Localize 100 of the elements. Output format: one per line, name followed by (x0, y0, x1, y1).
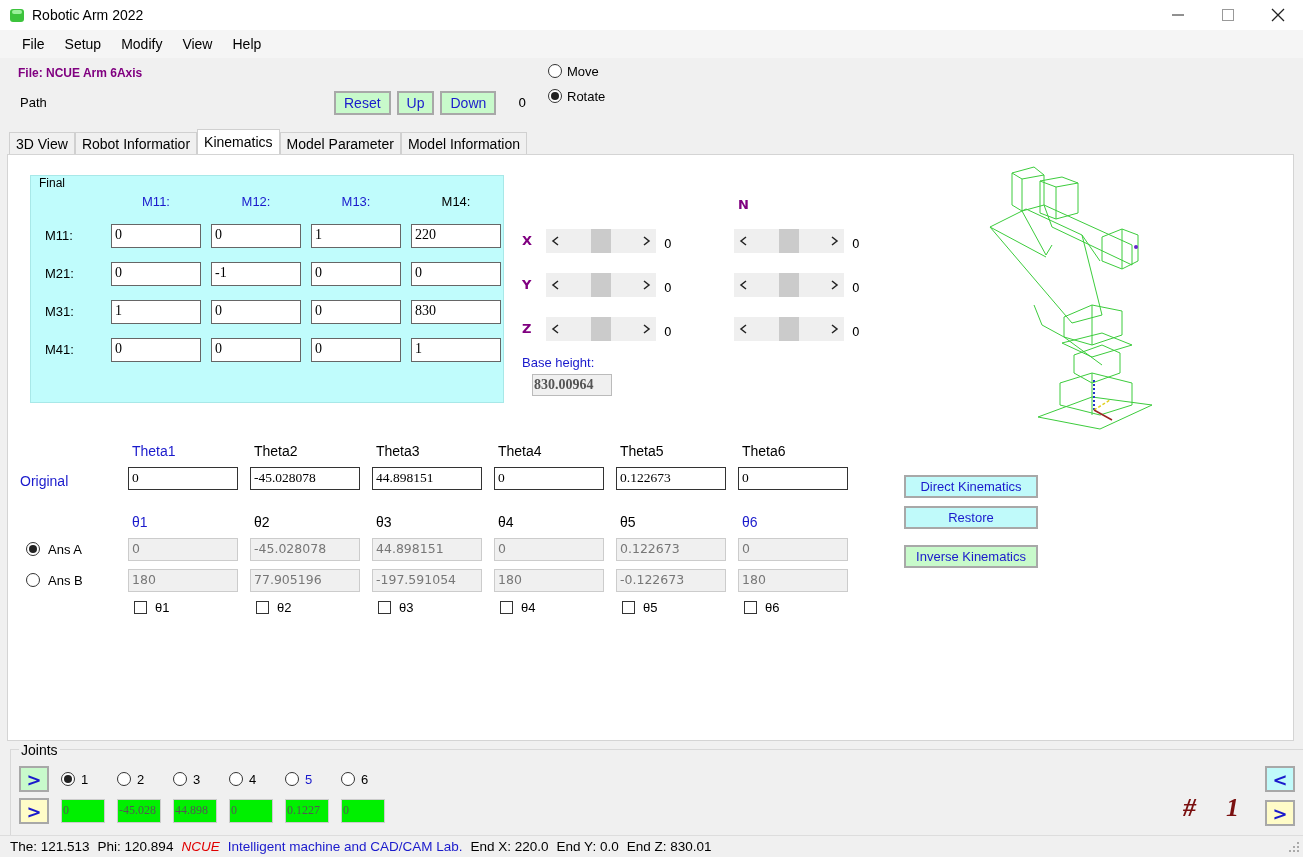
slider-thumb[interactable] (591, 272, 611, 297)
radio-button[interactable] (61, 772, 75, 787)
radio-button[interactable] (26, 573, 40, 588)
resize-grip-icon (1289, 841, 1299, 852)
radio-button[interactable] (548, 64, 562, 79)
axis-label: Y (522, 277, 533, 293)
matrix-field[interactable]: 0 (211, 299, 301, 324)
checkbox[interactable] (256, 600, 269, 614)
option-label: 1 (81, 771, 89, 787)
slider-value: 0 (664, 323, 672, 339)
menu-item[interactable]: Setup (54, 35, 112, 52)
matrix-field[interactable]: 0 (111, 261, 201, 286)
tab[interactable]: Kinematics (197, 128, 280, 154)
window-title: Robotic Arm 2022 (32, 6, 144, 23)
row-label: M41: (44, 342, 75, 358)
step-button[interactable]: > (1265, 800, 1295, 827)
column-header: θ3 (375, 512, 393, 530)
radio-button[interactable] (229, 772, 243, 787)
path-button[interactable]: Up (396, 90, 435, 115)
option-label: Move (567, 63, 599, 79)
checkbox[interactable] (378, 600, 391, 614)
matrix-field[interactable]: 0 (111, 337, 201, 362)
menu-item[interactable]: View (172, 35, 223, 52)
answer-field: 0 (494, 537, 604, 561)
checkbox[interactable] (134, 600, 147, 614)
angle-field[interactable]: 0 (738, 466, 848, 490)
matrix-field[interactable]: 1 (311, 223, 401, 248)
slider-thumb[interactable] (591, 228, 611, 253)
column-header: θ6 (741, 512, 759, 530)
status-text: End Z: 830.01 (626, 839, 712, 855)
checkbox[interactable] (744, 600, 757, 614)
radio-button[interactable] (285, 772, 299, 787)
angle-field[interactable]: 44.898151 (372, 466, 482, 490)
slider-thumb[interactable] (779, 316, 799, 341)
matrix-field[interactable]: 0 (311, 261, 401, 286)
column-header: M12: (240, 194, 272, 210)
matrix-field[interactable]: 0 (111, 223, 201, 248)
answer-field: 180 (128, 568, 238, 592)
step-button[interactable]: > (19, 766, 49, 793)
slider-thumb[interactable] (779, 272, 799, 297)
checkbox-label: θ1 (155, 599, 170, 615)
matrix-field[interactable]: 830 (411, 299, 501, 324)
scroll-slider[interactable] (546, 228, 656, 253)
tab[interactable]: Robot Informatior (74, 131, 198, 154)
angle-field[interactable]: 0.122673 (616, 466, 726, 490)
joint-number: 1 (1226, 793, 1239, 824)
radio-button[interactable] (548, 89, 562, 104)
status-text: Intelligent machine and CAD/CAM Lab. (227, 839, 463, 855)
matrix-field[interactable]: 1 (111, 299, 201, 324)
checkbox[interactable] (500, 600, 513, 614)
path-button[interactable]: Reset (334, 90, 391, 115)
column-header: θ4 (497, 512, 515, 530)
slider-thumb[interactable] (779, 228, 799, 253)
matrix-field[interactable]: 0 (311, 337, 401, 362)
radio-button[interactable] (26, 542, 40, 557)
radio-button[interactable] (173, 772, 187, 787)
tab[interactable]: 3D View (9, 131, 75, 154)
matrix-field[interactable]: 0 (211, 337, 301, 362)
tab[interactable]: Model Parameter (279, 131, 401, 154)
menu-item[interactable]: Help (222, 35, 272, 52)
checkbox-label: θ4 (521, 599, 536, 615)
scroll-slider[interactable] (546, 316, 656, 341)
action-button[interactable]: Direct Kinematics (904, 474, 1038, 498)
angle-field[interactable]: 0 (494, 466, 604, 490)
column-header: Theta1 (131, 442, 177, 459)
checkbox[interactable] (622, 600, 635, 614)
column-header: M14: (440, 194, 472, 210)
matrix-field[interactable]: 1 (411, 337, 501, 362)
angle-field[interactable]: 0 (128, 466, 238, 490)
path-button[interactable]: Down (440, 90, 497, 115)
angle-field[interactable]: -45.028078 (250, 466, 360, 490)
column-header: θ5 (619, 512, 637, 530)
column-header: θ2 (253, 512, 271, 530)
row-label: Original (20, 472, 70, 490)
matrix-field[interactable]: 0 (411, 261, 501, 286)
step-button[interactable]: < (1265, 766, 1295, 793)
matrix-field[interactable]: -1 (211, 261, 301, 286)
file-label: File: NCUE Arm 6Axis (18, 64, 144, 82)
radio-button[interactable] (341, 772, 355, 787)
matrix-field[interactable]: 220 (411, 223, 501, 248)
step-button[interactable]: > (19, 798, 49, 825)
joint-value: 0 (61, 799, 105, 824)
menu-item[interactable]: File (12, 35, 55, 52)
matrix-field[interactable]: 0 (211, 223, 301, 248)
checkbox-label: θ6 (765, 599, 780, 615)
slider-thumb[interactable] (591, 316, 611, 341)
action-button[interactable]: Restore (904, 505, 1038, 529)
matrix-field[interactable]: 0 (311, 299, 401, 324)
scroll-slider[interactable] (734, 272, 844, 297)
answer-field: 0.122673 (616, 537, 726, 561)
scroll-slider[interactable] (734, 228, 844, 253)
status-text: End Y: 0.0 (556, 839, 619, 855)
radio-button[interactable] (117, 772, 131, 787)
tab[interactable]: Model Information (400, 131, 527, 154)
scroll-slider[interactable] (734, 316, 844, 341)
menu-item[interactable]: Modify (111, 35, 173, 52)
action-button[interactable]: Inverse Kinematics (904, 544, 1038, 568)
close-icon (1271, 7, 1285, 22)
option-label: Ans B (48, 572, 83, 588)
scroll-slider[interactable] (546, 272, 656, 297)
